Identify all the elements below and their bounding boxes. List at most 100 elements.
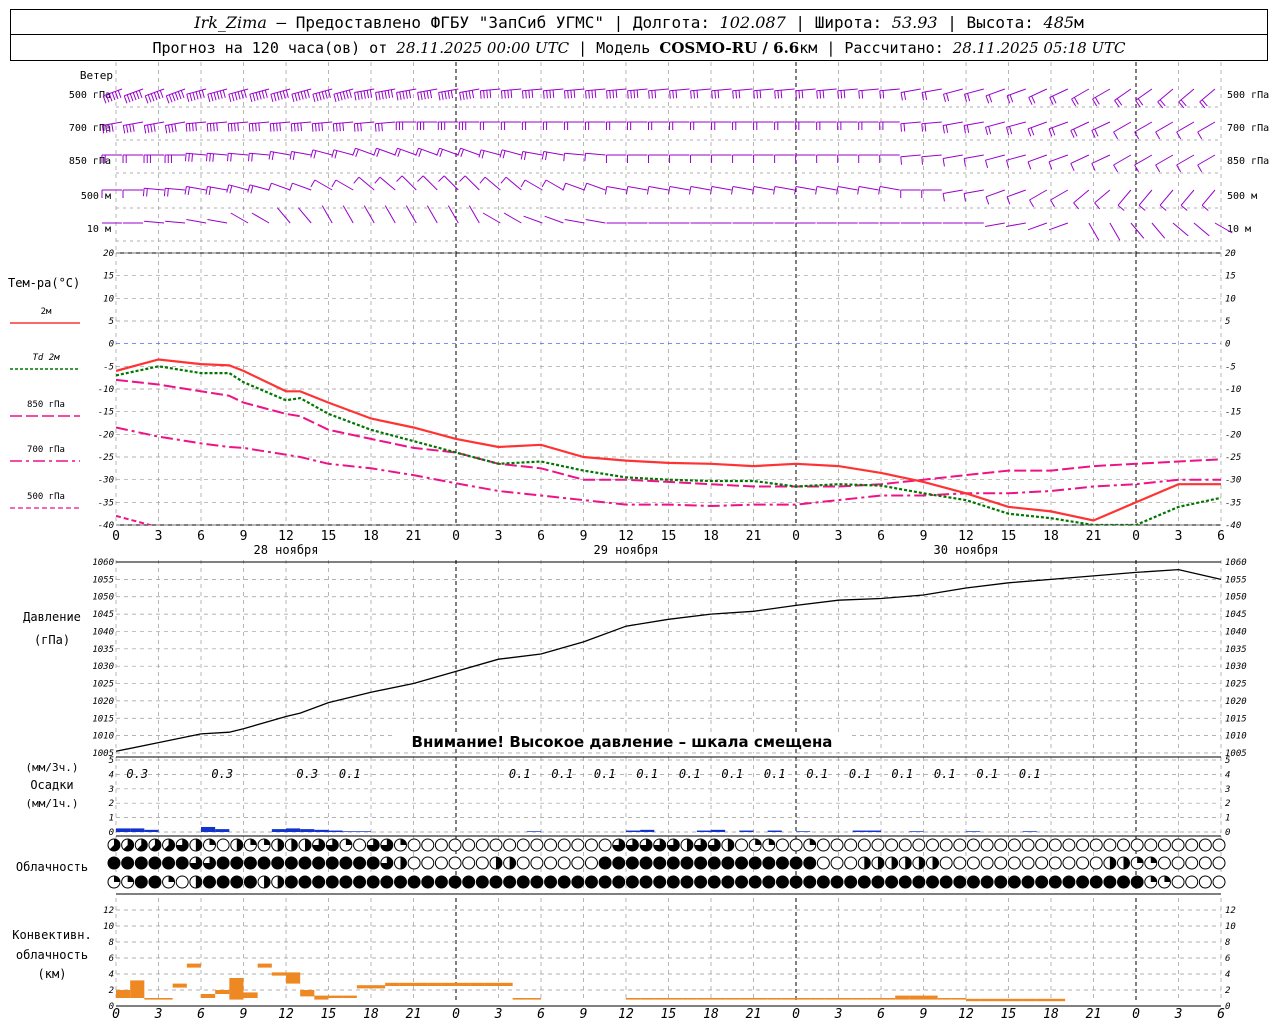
wind-barb-feather bbox=[816, 90, 818, 99]
wind-level-label: 850 гПа bbox=[69, 156, 111, 167]
bottom-time-tick-label: 9 bbox=[580, 1007, 588, 1022]
precip-label-3h: (мм/3ч.) bbox=[26, 761, 79, 774]
cloud-symbol-fill bbox=[1062, 876, 1075, 888]
precip-bar bbox=[116, 828, 131, 832]
precip-3h-total: 0.1 bbox=[339, 767, 361, 781]
wind-barb-feather bbox=[291, 94, 295, 103]
conv-tick-left: 6 bbox=[109, 954, 114, 964]
wind-barb-feather bbox=[279, 91, 283, 100]
wind-barb-feather bbox=[360, 123, 362, 132]
wind-barb-feather bbox=[234, 92, 238, 101]
cloud-symbol-circle bbox=[816, 838, 830, 852]
precip-3h-total: 0.1 bbox=[636, 767, 658, 781]
wind-barb-shaft bbox=[1027, 121, 1048, 130]
cloud-symbol-fill bbox=[285, 876, 298, 888]
cloud-symbol-fill bbox=[877, 857, 884, 869]
wind-barb-feather bbox=[195, 91, 199, 100]
bottom-time-tick-label: 15 bbox=[661, 1007, 677, 1022]
wind-barb-feather bbox=[573, 89, 576, 98]
cloud-symbol-fill bbox=[1103, 876, 1116, 888]
wind-barb-feather bbox=[942, 193, 945, 202]
wind-barb-feather bbox=[468, 90, 471, 99]
precip-3h-total: 0.1 bbox=[891, 767, 913, 781]
wind-barb-feather bbox=[567, 90, 569, 99]
wind-barb-feather bbox=[132, 123, 135, 132]
wind-barb-feather bbox=[363, 90, 366, 99]
wind-barb-shaft bbox=[1193, 222, 1210, 237]
pres-tick-right: 1055 bbox=[1225, 575, 1247, 585]
wind-barb-feather bbox=[271, 151, 275, 161]
cloud-symbol-circle bbox=[789, 838, 803, 852]
time-tick-label: 3 bbox=[495, 529, 503, 544]
cloud-symbol-circle bbox=[1171, 856, 1185, 870]
wind-barb-feather bbox=[985, 196, 990, 205]
cloud-symbol-fill bbox=[277, 876, 284, 888]
wind-barb-feather bbox=[1048, 128, 1053, 137]
wind-barb-feather bbox=[399, 91, 402, 100]
cloud-symbol-fill bbox=[940, 876, 953, 888]
precip-title: Осадки bbox=[30, 778, 73, 792]
wind-barb-feather bbox=[251, 153, 253, 162]
wind-barb-feather bbox=[165, 95, 170, 104]
pres-tick-right: 1015 bbox=[1225, 714, 1247, 724]
wind-barb-feather bbox=[418, 149, 422, 157]
wind-barb-feather bbox=[336, 93, 340, 102]
precip-3h-total: 0.1 bbox=[1019, 767, 1041, 781]
wind-barb-feather bbox=[251, 123, 254, 132]
precip-bar bbox=[286, 828, 301, 832]
conv-cloud-bar bbox=[866, 998, 881, 1000]
wind-barb-shaft bbox=[1091, 154, 1111, 164]
cloud-symbol-circle bbox=[871, 838, 885, 852]
wind-barb-feather bbox=[794, 186, 797, 195]
pres-tick-right: 1045 bbox=[1225, 610, 1247, 620]
wind-barb-feather bbox=[240, 90, 244, 99]
cloud-symbol-fill bbox=[408, 876, 421, 888]
cloud-symbol-fill bbox=[503, 876, 516, 888]
time-tick-label: 0 bbox=[112, 529, 120, 544]
wind-barb-shaft bbox=[524, 179, 543, 191]
wind-barb-feather bbox=[376, 149, 380, 157]
temp-tick-right: -40 bbox=[1225, 521, 1241, 531]
wind-barb-feather bbox=[208, 186, 212, 196]
cloud-symbol-circle bbox=[885, 838, 899, 852]
pres-unit: (гПа) bbox=[34, 633, 70, 647]
wind-barb-feather bbox=[396, 92, 399, 101]
wind-barb-feather bbox=[967, 93, 971, 102]
precip-tick-left: 4 bbox=[109, 770, 114, 780]
wind-barb-feather bbox=[250, 185, 254, 194]
wind-barb-feather bbox=[153, 92, 158, 101]
bottom-time-tick-label: 0 bbox=[792, 1007, 800, 1022]
wind-barb-feather bbox=[396, 175, 403, 182]
cloud-symbol-fill bbox=[626, 876, 639, 888]
time-tick-label: 6 bbox=[197, 529, 205, 544]
precip-3h-total: 0.3 bbox=[211, 767, 233, 781]
wind-barb-feather bbox=[1197, 131, 1203, 140]
cloud-symbol-fill bbox=[544, 876, 557, 888]
cloud-symbol-fill bbox=[735, 876, 748, 888]
wind-barb-feather bbox=[1052, 95, 1057, 104]
temp-tick-right: -15 bbox=[1225, 408, 1241, 418]
cloud-symbol-circle bbox=[1021, 856, 1035, 870]
wind-barb-shaft bbox=[1006, 189, 1026, 198]
wind-barb-feather bbox=[921, 156, 924, 165]
wind-barb-feather bbox=[1009, 126, 1013, 135]
day-label: 30 ноября bbox=[933, 543, 998, 557]
wind-barb-feather bbox=[985, 95, 990, 104]
precip-bar bbox=[215, 829, 230, 832]
wind-barb-feather bbox=[478, 149, 482, 158]
conv-cloud-bar bbox=[909, 995, 924, 1000]
wind-barb-feather bbox=[227, 123, 230, 132]
precip-bar bbox=[300, 829, 315, 832]
wind-barb-feather bbox=[405, 90, 408, 99]
wind-barb-feather bbox=[688, 186, 692, 195]
cloud-symbol-fill bbox=[721, 857, 734, 869]
cloud-symbol-circle bbox=[898, 838, 912, 852]
wind-barb-shaft bbox=[732, 186, 753, 191]
wind-barb-feather bbox=[324, 90, 328, 99]
precip-bar bbox=[739, 830, 754, 832]
wind-barb-feather bbox=[255, 123, 257, 132]
cloud-symbol-circle bbox=[735, 838, 749, 852]
cloud-symbol-fill bbox=[899, 876, 912, 888]
wind-barb-feather bbox=[333, 94, 337, 103]
cloud-symbol-fill bbox=[680, 876, 693, 888]
